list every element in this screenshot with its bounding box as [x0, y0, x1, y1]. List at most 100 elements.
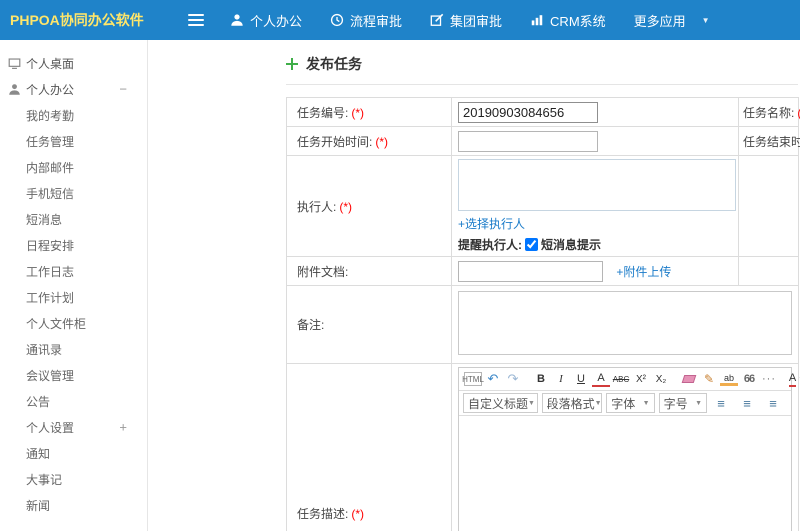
task-number-input[interactable]: [458, 101, 598, 123]
sidebar-item-label: 个人桌面: [26, 56, 75, 71]
custom-title-dropdown[interactable]: 自定义标题 ▼: [463, 393, 538, 413]
sidebar-item-task-management[interactable]: 任务管理: [0, 128, 147, 154]
align-left-icon[interactable]: ≡: [712, 394, 730, 412]
sidebar-item-work-log[interactable]: 工作日志: [0, 258, 147, 284]
redo-icon[interactable]: ↷: [504, 370, 522, 388]
nav-personal-office[interactable]: 个人办公: [230, 11, 302, 30]
blockquote-button[interactable]: 66: [740, 370, 758, 388]
chevron-down-icon: ▼: [695, 399, 703, 407]
menu-toggle-icon[interactable]: [188, 14, 204, 26]
nav-process-approval[interactable]: 流程审批: [330, 11, 402, 30]
font-color-button[interactable]: A: [592, 372, 610, 387]
sidebar-item-news[interactable]: 新闻: [0, 492, 147, 518]
task-name-label: 任务名称:: [743, 105, 795, 120]
align-center-icon[interactable]: ≡: [738, 394, 756, 412]
required-mark: (*): [375, 134, 389, 149]
rich-text-editor: HTML ↶ ↷ B I U A ABC X² X₂ ✎ ab 66 ··· A…: [458, 367, 800, 531]
align-right-icon[interactable]: ≡: [764, 394, 782, 412]
page-title: 发布任务: [306, 56, 362, 72]
description-label: 任务描述:: [297, 507, 349, 521]
chevron-down-icon: ▼: [642, 399, 650, 407]
sidebar: 个人桌面 个人办公 − 我的考勤 任务管理 内部邮件 手机短信 短消息 日程安排…: [0, 40, 148, 531]
executor-list-box[interactable]: [458, 159, 736, 211]
subscript-button[interactable]: X₂: [652, 370, 670, 388]
text-color-dropdown[interactable]: A ▼: [788, 370, 800, 388]
chevron-down-icon: ▼: [594, 399, 602, 407]
highlight-button[interactable]: ab: [720, 372, 738, 386]
attachment-input[interactable]: [458, 260, 603, 282]
collapse-icon[interactable]: −: [119, 82, 127, 97]
sidebar-item-schedule[interactable]: 日程安排: [0, 232, 147, 258]
choose-executor-link[interactable]: +选择执行人: [458, 215, 525, 232]
superscript-button[interactable]: X²: [632, 370, 650, 388]
font-size-dropdown[interactable]: 字号 ▼: [658, 393, 708, 413]
nav-crm-system[interactable]: CRM系统: [530, 11, 606, 30]
executor-label: 执行人:: [297, 199, 337, 214]
strikethrough-button[interactable]: ABC: [612, 370, 630, 388]
italic-button[interactable]: I: [552, 370, 570, 388]
required-mark: (*): [351, 105, 365, 120]
html-source-button[interactable]: HTML: [462, 372, 484, 386]
sidebar-item-meeting-management[interactable]: 会议管理: [0, 362, 147, 388]
sidebar-item-contacts[interactable]: 通讯录: [0, 336, 147, 362]
sidebar-item-personal-settings[interactable]: 个人设置 +: [0, 414, 147, 440]
remark-label: 备注:: [297, 318, 325, 332]
top-navigation: 个人办公 流程审批 集团审批 CRM系统 更多应用 ▼: [230, 11, 710, 30]
sidebar-item-announcement[interactable]: 公告: [0, 388, 147, 414]
nav-label: 更多应用: [633, 13, 686, 29]
format-brush-icon[interactable]: ✎: [700, 370, 718, 388]
attachment-upload-link[interactable]: +附件上传: [616, 265, 671, 279]
sidebar-item-mobile-sms[interactable]: 手机短信: [0, 180, 147, 206]
desktop-icon: [8, 57, 21, 70]
task-number-label: 任务编号:: [297, 105, 349, 120]
start-time-label: 任务开始时间:: [297, 134, 373, 149]
page-header: 发布任务: [286, 54, 798, 85]
remark-textarea[interactable]: [458, 291, 792, 355]
sidebar-item-notification[interactable]: 通知: [0, 440, 147, 466]
bar-chart-icon: [530, 13, 544, 27]
underline-button[interactable]: U: [572, 370, 590, 388]
app-logo: PHPOA协同办公软件: [10, 12, 144, 28]
publish-task-form: 任务编号:(*) 任务名称:(*) 任务开始时间:(*) 任务结束时间:(*) …: [286, 97, 800, 531]
font-family-dropdown[interactable]: 字体 ▼: [606, 393, 655, 413]
remind-executor-label: 提醒执行人:: [458, 238, 522, 252]
required-mark: (*): [351, 507, 365, 521]
nav-label: CRM系统: [550, 13, 606, 29]
sidebar-item-file-cabinet[interactable]: 个人文件柜: [0, 310, 147, 336]
required-mark: (*): [339, 199, 353, 214]
main-content: 发布任务 任务编号:(*) 任务名称:(*) 任务开始时间:(*) 任务结束时间…: [148, 40, 800, 531]
sidebar-item-label: 个人办公: [26, 82, 75, 97]
sidebar-item-internal-mail[interactable]: 内部邮件: [0, 154, 147, 180]
editor-content-area[interactable]: [459, 416, 791, 531]
sidebar-item-work-plan[interactable]: 工作计划: [0, 284, 147, 310]
nav-label: 集团审批: [450, 13, 503, 29]
chevron-down-icon[interactable]: ▼: [702, 16, 710, 25]
add-task-icon: [286, 58, 298, 70]
attachment-label: 附件文档:: [297, 264, 349, 279]
sidebar-item-personal-desktop[interactable]: 个人桌面: [0, 50, 147, 76]
bold-button[interactable]: B: [532, 370, 550, 388]
edit-icon: [430, 13, 444, 27]
paragraph-format-dropdown[interactable]: 段落格式 ▼: [541, 393, 603, 413]
sidebar-item-personal-office[interactable]: 个人办公 −: [0, 76, 147, 102]
chevron-down-icon: ▼: [528, 399, 535, 407]
sidebar-item-events[interactable]: 大事记: [0, 466, 147, 492]
sms-remind-label: 短消息提示: [541, 238, 602, 252]
sms-remind-checkbox[interactable]: [525, 238, 538, 251]
editor-toolbar-row1: HTML ↶ ↷ B I U A ABC X² X₂ ✎ ab 66 ··· A: [459, 368, 800, 391]
clock-icon: [330, 13, 344, 27]
topbar: PHPOA协同办公软件 个人办公 流程审批 集团审批 CRM系统 更多应用 ▼: [0, 0, 800, 40]
nav-label: 流程审批: [350, 13, 403, 29]
eraser-icon[interactable]: [680, 370, 698, 388]
editor-toolbar-row2: 自定义标题 ▼ 段落格式 ▼ 字体 ▼ 字号 ▼ ≡ ≡ ≡: [459, 391, 791, 416]
start-time-input[interactable]: [458, 130, 598, 152]
nav-more-apps[interactable]: 更多应用 ▼: [634, 11, 710, 30]
expand-icon[interactable]: +: [119, 420, 127, 435]
nav-group-approval[interactable]: 集团审批: [430, 11, 502, 30]
more-tools-button[interactable]: ···: [760, 370, 778, 388]
sidebar-item-my-attendance[interactable]: 我的考勤: [0, 102, 147, 128]
sidebar-item-short-message[interactable]: 短消息: [0, 206, 147, 232]
person-icon: [230, 13, 244, 27]
nav-label: 个人办公: [250, 13, 303, 29]
undo-icon[interactable]: ↶: [484, 370, 502, 388]
